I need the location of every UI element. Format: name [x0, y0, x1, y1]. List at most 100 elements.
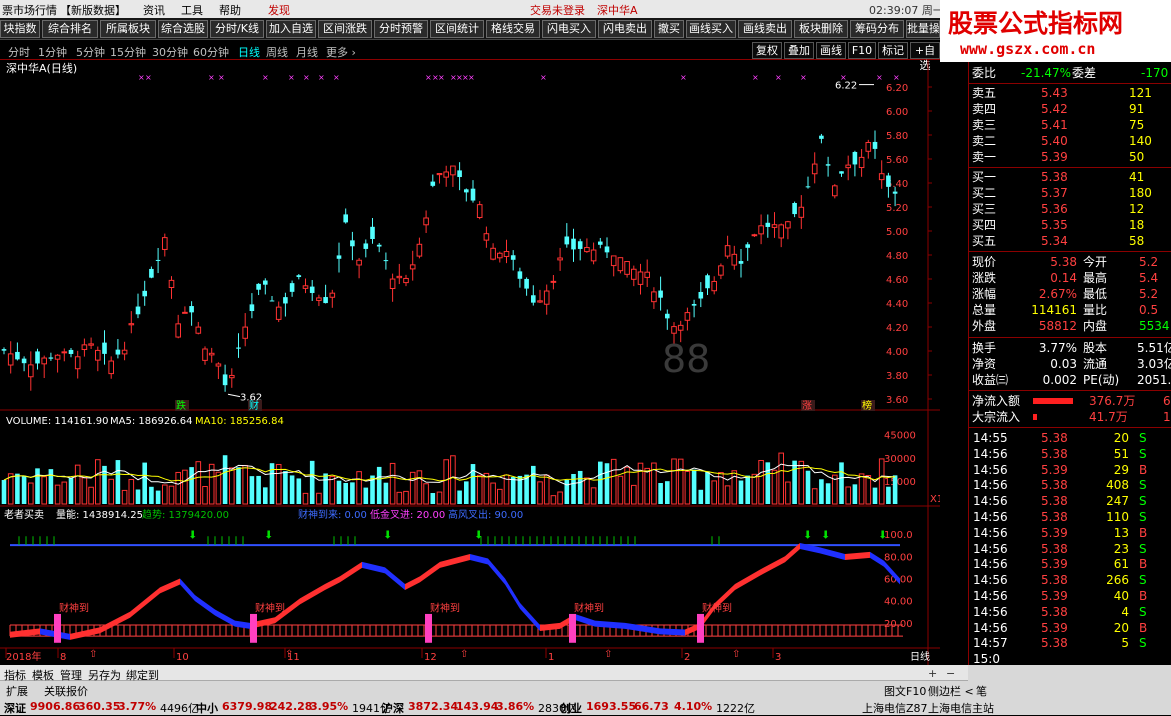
volume-bar-up	[409, 471, 416, 505]
period-tab[interactable]: 更多 ›	[326, 44, 356, 60]
period-tab[interactable]: 周线	[266, 44, 288, 60]
event-marker[interactable]: 财	[249, 399, 259, 412]
tick-volume: 61	[1113, 557, 1129, 572]
candle-down	[222, 374, 228, 386]
period-tab[interactable]: 日线	[238, 44, 260, 60]
period-tab[interactable]: 15分钟	[110, 44, 146, 60]
index-name[interactable]: 中小	[196, 700, 218, 716]
event-marker[interactable]: 榜	[862, 399, 872, 412]
toolbar-button[interactable]: 闪电卖出	[598, 20, 652, 38]
toolbar-button[interactable]: 所属板块	[100, 20, 156, 38]
chart-tool-button[interactable]: 画线	[816, 42, 846, 59]
volume-bar-down	[236, 467, 241, 504]
indicator-tab[interactable]: 绑定到	[126, 667, 159, 683]
candle-down	[705, 275, 710, 289]
indicator-tab[interactable]: 另存为	[88, 667, 121, 683]
candle-up	[644, 271, 651, 278]
candle-up	[195, 326, 202, 334]
flow-value: 376.7万	[1089, 394, 1136, 408]
menu-item[interactable]: 交易未登录	[530, 2, 585, 18]
event-marker[interactable]: 跌	[176, 399, 186, 412]
candle-down	[15, 351, 20, 360]
x-tick-label: 2018年	[6, 650, 41, 663]
period-tab[interactable]: 60分钟	[193, 44, 229, 60]
chart-tool-button[interactable]: 叠加	[784, 42, 814, 59]
chart-tool-button[interactable]: +自选	[910, 42, 940, 72]
scroll-plus-icon[interactable]: +	[928, 667, 937, 680]
toolbar-button[interactable]: 画线买入	[686, 20, 736, 38]
tick-time: 14:56	[973, 557, 1008, 572]
extension-tab[interactable]: 关联报价	[44, 683, 88, 699]
band-segment-up	[160, 578, 180, 594]
toolbar-button[interactable]: 批量操	[906, 20, 940, 38]
volume-bar-up	[389, 462, 396, 505]
menu-item[interactable]: 工具	[181, 2, 203, 18]
candle-up	[389, 278, 396, 290]
toolbar-button[interactable]: 格线交易	[486, 20, 540, 38]
candle-up	[215, 363, 222, 367]
toolbar-button[interactable]: 区间统计	[430, 20, 484, 38]
toolbar-button[interactable]: 筹码分布	[850, 20, 904, 38]
tuwen-button[interactable]: 图文F10	[884, 683, 926, 699]
chart-tool-button[interactable]: 复权	[752, 42, 782, 59]
tick-price: 5.38	[1041, 478, 1068, 493]
toolbar-button[interactable]: 板块删除	[794, 20, 848, 38]
chart-tool-button[interactable]: F10	[848, 42, 876, 59]
toolbar-button[interactable]: 画线卖出	[738, 20, 792, 38]
toolbar-button[interactable]: 分时/K线	[210, 20, 264, 38]
stat-label: 现价	[972, 255, 997, 269]
stat-value: 3.77%	[1038, 341, 1077, 355]
toolbar-button[interactable]: 块指数	[0, 20, 40, 38]
tick-row: 14:56 5.39 20 B	[969, 620, 1171, 636]
volume-bar-up	[543, 474, 550, 505]
menu-item[interactable]: 02:39:07 周一	[869, 2, 944, 18]
signal-marker-icon: ×	[303, 73, 310, 82]
tick-volume: 13	[1113, 525, 1129, 540]
toolbar-button[interactable]: 分时预警	[374, 20, 428, 38]
sidebar-toggle[interactable]: 侧边栏 <	[928, 683, 974, 699]
index-name[interactable]: 深证	[4, 700, 26, 716]
scroll-minus-icon[interactable]: −	[946, 667, 955, 680]
toolbar-button[interactable]: 闪电买入	[542, 20, 596, 38]
volume-bar-up	[584, 477, 590, 505]
period-tab[interactable]: 分时	[8, 44, 30, 60]
extension-tab[interactable]: 扩展	[6, 683, 28, 699]
x-tick-label: 1	[548, 652, 554, 663]
period-tab[interactable]: 5分钟	[76, 44, 105, 60]
index-percent: 3.77%	[118, 700, 157, 713]
toolbar-button[interactable]: 综合选股	[158, 20, 208, 38]
candle-up	[483, 233, 490, 241]
menu-item[interactable]: 【新版数据】	[60, 2, 126, 18]
sell-price: 5.43	[1041, 86, 1068, 100]
event-marker[interactable]: 涨	[802, 400, 812, 412]
period-tab[interactable]: 月线	[296, 44, 318, 60]
indicator-tab[interactable]: 指标	[4, 667, 26, 683]
stat-row: 收益㈢ 0.002 PE(动) 2051.	[969, 372, 1171, 388]
candle-up	[758, 225, 764, 235]
index-name[interactable]: 沪深	[382, 700, 404, 716]
tick-time: 14:56	[973, 541, 1008, 556]
menu-item[interactable]: 帮助	[219, 2, 241, 18]
toolbar-button[interactable]: 撤买	[654, 20, 684, 38]
chart-tool-button[interactable]: 标记	[878, 42, 908, 59]
toolbar-button[interactable]: 综合排名	[42, 20, 98, 38]
indicator-tab[interactable]: 模板	[32, 667, 54, 683]
candle-up	[497, 252, 503, 259]
menu-item[interactable]: 深中华A	[597, 2, 638, 18]
index-name[interactable]: 创业	[560, 700, 582, 716]
menu-item[interactable]: 资讯	[143, 2, 165, 18]
menu-item[interactable]: 票市场行情	[2, 2, 57, 18]
volume-unit: X10	[930, 494, 940, 505]
signal-marker-icon: ×	[438, 73, 445, 82]
period-tab[interactable]: 1分钟	[38, 44, 67, 60]
indicator-tab[interactable]: 管理	[60, 667, 82, 683]
menu-item[interactable]: 发现	[268, 2, 290, 18]
volume-bar-down	[691, 469, 697, 504]
toolbar-button[interactable]: 区间涨跌	[318, 20, 372, 38]
volume-bar-down	[343, 482, 348, 504]
stat-row: 涨跌 0.14 最高 5.4	[969, 270, 1171, 286]
toolbar-button[interactable]: 加入自选	[266, 20, 316, 38]
volume-bar-up	[483, 472, 490, 505]
band-segment-down	[820, 547, 845, 561]
period-tab[interactable]: 30分钟	[152, 44, 188, 60]
